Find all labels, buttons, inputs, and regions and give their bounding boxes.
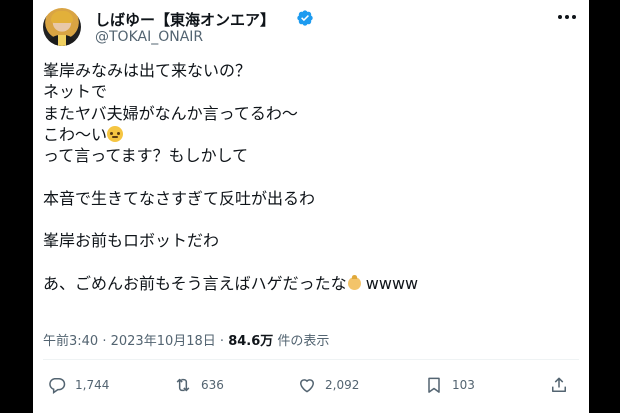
- more-icon[interactable]: [555, 7, 579, 27]
- retweet-button[interactable]: 636: [173, 374, 224, 396]
- retweet-icon: [176, 378, 190, 392]
- bookmark-count: 103: [452, 378, 475, 392]
- retweet-count: 636: [201, 378, 224, 392]
- tweet-line: ネットで: [43, 82, 108, 102]
- tweet-meta: 午前3:40 · 2023年10月18日 · 84.6万 件の表示: [43, 330, 329, 349]
- like-count: 2,092: [325, 378, 360, 392]
- tweet-line: あ、ごめんお前もそう言えばハゲだったな wwww: [43, 273, 419, 293]
- baby-emoji: [347, 274, 361, 291]
- bookmark-button[interactable]: 103: [424, 374, 475, 396]
- reply-button[interactable]: 1,744: [47, 374, 109, 396]
- tweet-line: こわ〜い: [43, 124, 573, 145]
- divider: [43, 359, 579, 360]
- tweet-line: 峯岸お前もロボットだわ: [43, 231, 220, 251]
- verified-badge-icon[interactable]: [296, 9, 314, 27]
- views-count: 84.6万: [228, 334, 274, 349]
- tweet-date[interactable]: 2023年10月18日: [111, 334, 216, 349]
- meta-separator: ·: [98, 334, 111, 349]
- tweet-line: 本音で生きてなさすぎて反吐が出るわ: [43, 188, 316, 208]
- tweet-card: しばゆー【東海オンエア】 @TOKAI_ONAIR 峯岸みなみは出て来ないの？ …: [33, 0, 589, 413]
- tweet-line: [43, 166, 573, 187]
- avatar[interactable]: [43, 8, 81, 46]
- like-icon: [299, 379, 315, 393]
- like-button[interactable]: 2,092: [297, 374, 359, 396]
- tweet-line: って言ってます？もしかして: [43, 146, 249, 166]
- tweet-line: [43, 209, 573, 230]
- reply-icon: [49, 378, 66, 394]
- views-label: 件の表示: [273, 334, 330, 349]
- bookmark-icon: [428, 377, 440, 393]
- user-handle[interactable]: @TOKAI_ONAIR: [95, 29, 203, 45]
- meta-separator: ·: [215, 334, 229, 349]
- tweet-line: 峯岸みなみは出て来ないの？: [43, 61, 252, 80]
- display-name[interactable]: しばゆー【東海オンエア】: [95, 9, 275, 30]
- avatar-hair: [51, 11, 73, 23]
- pleading-face-emoji: [107, 125, 124, 142]
- tweet-line: [43, 252, 573, 273]
- share-icon: [552, 377, 566, 392]
- tweet-time[interactable]: 午前3:40: [43, 334, 98, 349]
- reply-count: 1,744: [75, 378, 110, 392]
- avatar-shirt: [58, 35, 66, 46]
- share-button[interactable]: [549, 374, 569, 396]
- tweet-text: 峯岸みなみは出て来ないの？ ネットで またヤバ夫婦がなんか言ってるわ〜 こわ〜い…: [43, 60, 573, 294]
- tweet-line: またヤバ夫婦がなんか言ってるわ〜: [43, 103, 298, 123]
